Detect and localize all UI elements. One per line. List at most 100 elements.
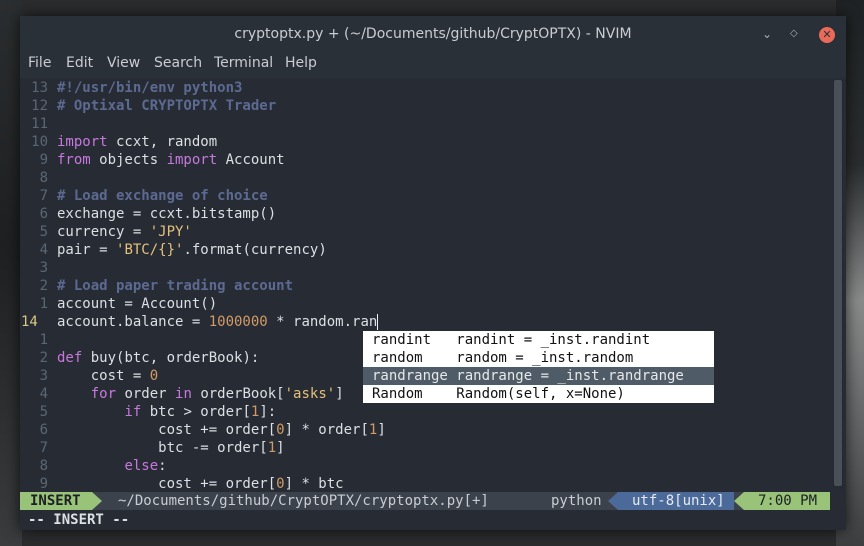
code-token: currency =	[57, 224, 150, 240]
code-line[interactable]: 4 pair = 'BTC/{}'.format(currency)	[20, 241, 825, 259]
line-code: cost = 0	[57, 367, 158, 385]
code-token: cost += order[	[57, 476, 277, 492]
code-token: 0	[149, 368, 159, 384]
editor-area[interactable]: 13 #!/usr/bin/env python3 12 # Optixal CRYP…	[20, 78, 846, 493]
code-line[interactable]: 6 exchange = ccxt.bitstamp()	[20, 205, 825, 223]
code-token: 0	[276, 476, 285, 492]
time-separator	[734, 492, 744, 510]
line-number: 8	[39, 170, 48, 186]
code-token: cost += order[	[57, 422, 277, 438]
code-line[interactable]: 10 import ccxt, random	[20, 133, 825, 151]
current-code-line[interactable]: 14 account.balance = 1000000 * random.ran	[20, 313, 825, 331]
maximize-icon[interactable]: ◇	[790, 27, 798, 41]
code-line[interactable]: 7 btc -= order[1]	[20, 439, 825, 457]
code-token: def	[57, 350, 83, 366]
code-token: if	[124, 404, 142, 420]
line-number: 6	[39, 206, 48, 222]
line-number: 3	[39, 368, 48, 384]
line-code: if btc > order[1]:	[57, 403, 276, 421]
line-number: 9	[39, 476, 48, 492]
code-token: objects	[90, 152, 167, 168]
code-token: orderBook[	[191, 386, 285, 402]
line-code: def buy(btc, orderBook):	[57, 349, 259, 367]
code-token: # Optixal CRYPTOPTX Trader	[57, 98, 277, 114]
menu-search[interactable]: Search	[154, 55, 202, 71]
line-code: btc -= order[1]	[57, 439, 284, 457]
code-line[interactable]: 5 if btc > order[1]:	[20, 403, 825, 421]
completion-item[interactable]: randint randint = _inst.randint	[363, 331, 714, 349]
code-token: buy(btc, orderBook):	[82, 350, 260, 366]
code-token: exchange = ccxt.bitstamp()	[57, 206, 277, 222]
code-line[interactable]: 6 cost += order[0] * order[1]	[20, 421, 825, 439]
completion-item[interactable]: random random = _inst.random	[363, 349, 714, 367]
menu-terminal[interactable]: Terminal	[214, 55, 273, 71]
code-token: ccxt, random	[107, 134, 218, 150]
code-token: import	[57, 134, 108, 150]
completion-item-selected[interactable]: randrange randrange = _inst.randrange	[363, 367, 714, 385]
line-code: account = Account()	[57, 295, 217, 313]
code-token: else	[124, 458, 159, 474]
code-token: ]:	[259, 404, 277, 420]
code-token: 'JPY'	[149, 224, 192, 240]
line-code: # Optixal CRYPTOPTX Trader	[57, 97, 276, 115]
code-line[interactable]: 12 # Optixal CRYPTOPTX Trader	[20, 97, 825, 115]
line-number: 3	[39, 260, 48, 276]
line-number: 11	[31, 116, 48, 132]
line-number: 9	[39, 152, 48, 168]
code-line[interactable]: 7 # Load exchange of choice	[20, 187, 825, 205]
line-code: cost += order[0] * btc	[57, 475, 344, 493]
code-line[interactable]: 8	[20, 169, 825, 187]
code-token: account = Account()	[57, 296, 218, 312]
completion-item[interactable]: Random Random(self, x=None)	[363, 385, 714, 403]
menu-file[interactable]: File	[28, 55, 51, 71]
completion-word: random	[372, 350, 448, 366]
code-token: ] * btc	[284, 476, 344, 492]
completion-word: randrange	[372, 368, 448, 384]
code-token: :	[158, 458, 167, 474]
line-code: for order in orderBook['asks']	[57, 385, 344, 403]
completion-detail: randrange = _inst.randrange	[447, 368, 684, 384]
scrollbar-thumb[interactable]	[834, 80, 842, 486]
code-line[interactable]: 2 # Load paper trading account	[20, 277, 825, 295]
encoding-separator	[608, 492, 618, 510]
code-line[interactable]: 9 from objects import Account	[20, 151, 825, 169]
code-token: Account	[217, 152, 285, 168]
line-code: exchange = ccxt.bitstamp()	[57, 205, 276, 223]
code-line[interactable]: 1 account = Account()	[20, 295, 825, 313]
line-number: 1	[39, 296, 48, 312]
code-token: 1	[267, 440, 277, 456]
code-line[interactable]: 9 cost += order[0] * btc	[20, 475, 825, 493]
file-encoding: utf-8[unix]	[618, 492, 734, 510]
line-code: from objects import Account	[57, 151, 285, 169]
code-token: ] * order[	[284, 422, 369, 438]
clock: 7:00 PM	[744, 492, 830, 510]
menu-edit[interactable]: Edit	[66, 55, 93, 71]
code-token: ]	[335, 386, 344, 402]
code-token: # Load paper trading account	[57, 278, 294, 294]
code-line[interactable]: 11	[20, 115, 825, 133]
line-number: 12	[31, 98, 48, 114]
minimize-icon[interactable]: ⌄	[762, 27, 772, 41]
menu-help[interactable]: Help	[285, 55, 317, 71]
code-line[interactable]: 8 else:	[20, 457, 825, 475]
code-token: .format(currency)	[183, 242, 327, 258]
code-line[interactable]: 5 currency = 'JPY'	[20, 223, 825, 241]
code-token: 'asks'	[284, 386, 336, 402]
title-bar: cryptoptx.py + (~/Documents/github/Crypt…	[20, 16, 846, 54]
line-number: 7	[39, 440, 48, 456]
code-token: btc > order[	[141, 404, 251, 420]
code-token: import	[166, 152, 218, 168]
close-icon[interactable]: ✕	[819, 27, 835, 43]
line-number: 2	[39, 278, 48, 294]
command-line[interactable]: -- INSERT --	[20, 510, 846, 530]
line-number: 4	[39, 242, 48, 258]
completion-detail: randint = _inst.randint	[447, 332, 651, 348]
code-line[interactable]: 13 #!/usr/bin/env python3	[20, 79, 825, 97]
completion-popup: randint randint = _inst.randint random ra…	[363, 331, 714, 403]
code-token: #!/usr/bin/env python3	[57, 80, 243, 96]
code-token: btc -= order[	[57, 440, 268, 456]
menu-view[interactable]: View	[107, 55, 140, 71]
code-line[interactable]: 3	[20, 259, 825, 277]
